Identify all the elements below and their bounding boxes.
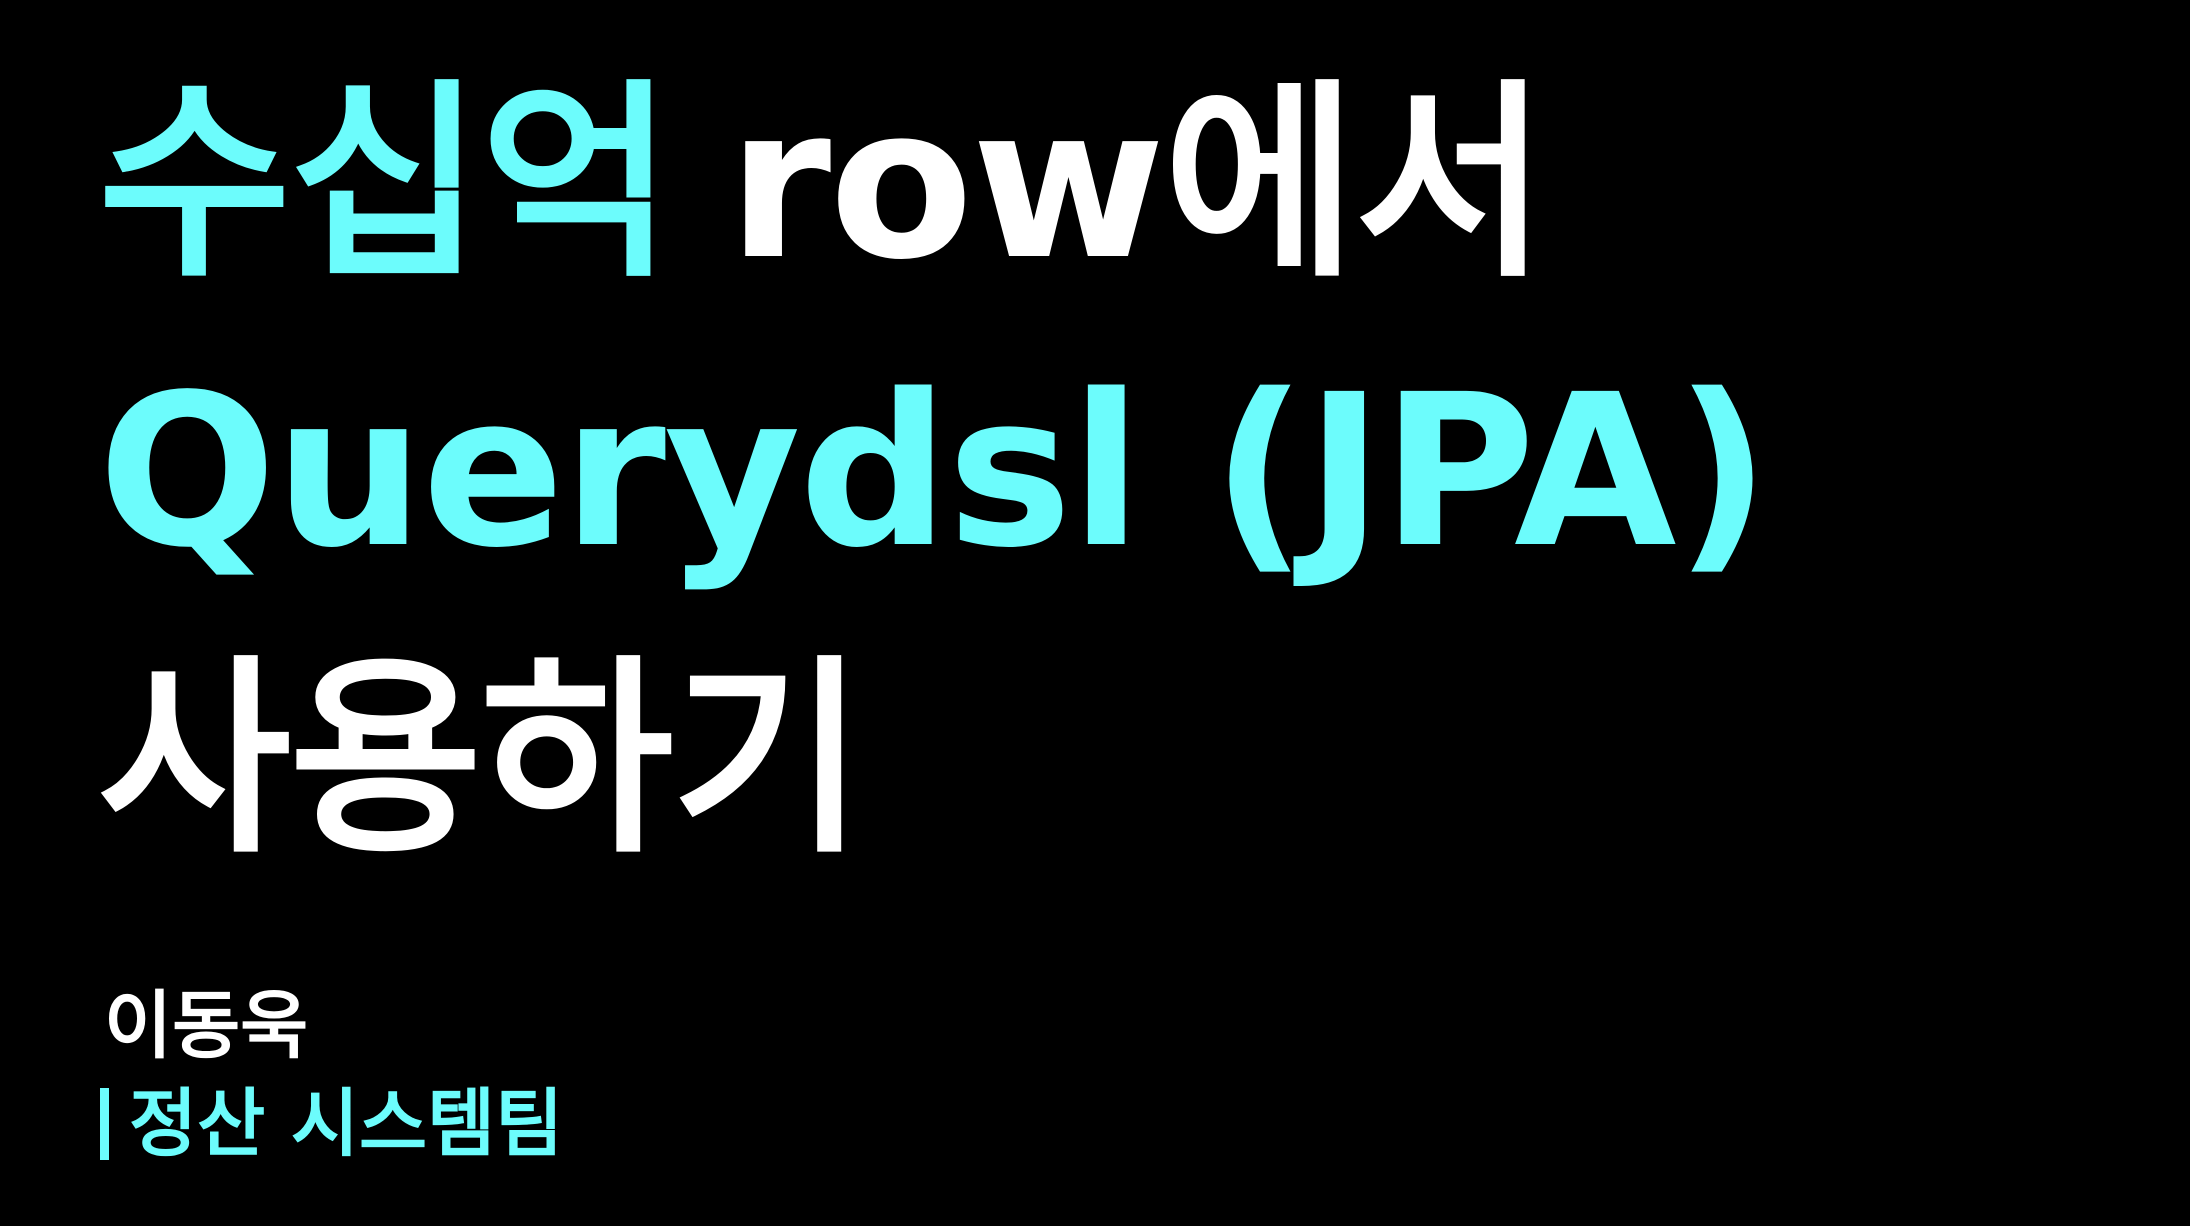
team-label: 정산 시스템팀: [129, 1081, 564, 1167]
title-line-3: 사용하기: [98, 637, 865, 882]
slide-title: 수십억 row에서 Querydsl (JPA) 사용하기: [98, 40, 2138, 904]
title-slide: 수십억 row에서 Querydsl (JPA) 사용하기 이동욱 정산 시스템팀: [0, 0, 2190, 1226]
presenter-team: 정산 시스템팀: [100, 1076, 563, 1172]
title-line-2: Querydsl (JPA): [98, 349, 1771, 594]
team-divider: [100, 1088, 109, 1160]
title-highlight: 수십억: [98, 61, 674, 306]
title-line-1: 수십억 row에서: [98, 40, 2138, 328]
title-line-1-text: row에서: [727, 61, 1548, 306]
presenter-name: 이동욱: [104, 983, 309, 1069]
